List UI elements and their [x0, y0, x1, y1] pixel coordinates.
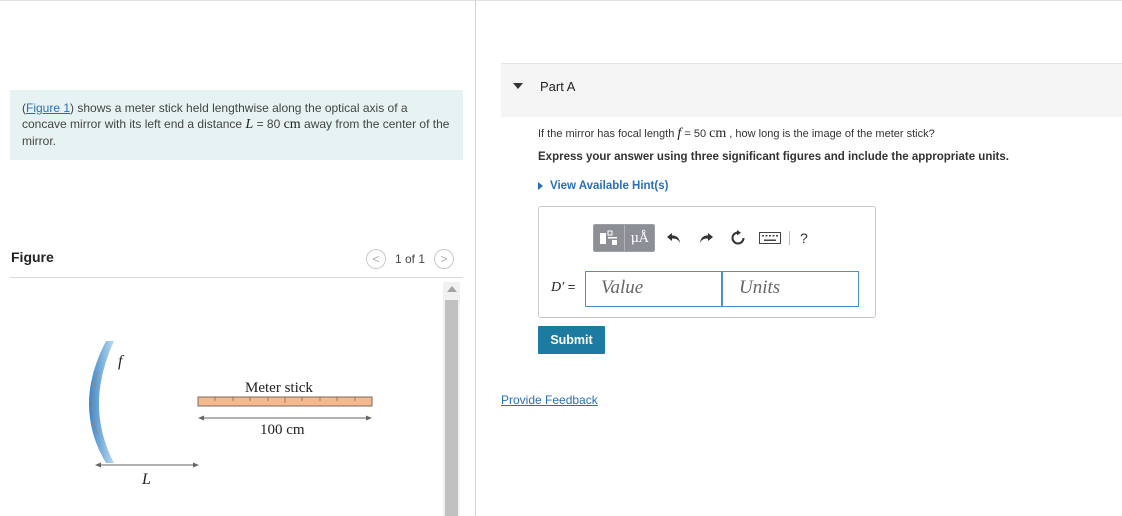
keyboard-button[interactable]: [757, 225, 783, 251]
meter-stick-label: Meter stick: [245, 380, 313, 396]
template-button-group: μÅ: [593, 224, 655, 252]
collapse-caret-icon[interactable]: [513, 83, 523, 89]
figure-link[interactable]: Figure 1: [26, 101, 70, 115]
left-pane: (Figure 1) shows a meter stick held leng…: [0, 0, 476, 516]
templates-icon: [600, 230, 617, 245]
question-pre: If the mirror has focal length: [538, 128, 678, 140]
next-figure-button[interactable]: >: [434, 249, 455, 269]
mirror-diagram: f Meter stick 100 cm L: [89, 341, 373, 488]
view-hints-link[interactable]: View Available Hint(s): [538, 180, 668, 192]
figure-title: Figure: [11, 249, 54, 265]
answer-box: μÅ ? D′ = Value Units: [538, 206, 876, 318]
math-toolbar: μÅ ?: [593, 224, 808, 252]
question-unit: cm: [709, 126, 727, 141]
undo-button[interactable]: [661, 225, 687, 251]
units-input[interactable]: Units: [722, 271, 859, 307]
answer-var: D′: [551, 280, 565, 295]
focal-label: f: [118, 353, 125, 370]
hint-caret-icon: [538, 182, 543, 190]
help-button[interactable]: ?: [800, 230, 808, 246]
reset-icon: [731, 230, 745, 245]
hint-label: View Available Hint(s): [550, 180, 669, 192]
keyboard-icon: [759, 232, 781, 244]
submit-button[interactable]: Submit: [538, 326, 605, 354]
figure-pager: < 1 of 1 >: [366, 249, 455, 269]
figure-canvas: f Meter stick 100 cm L: [10, 280, 442, 516]
redo-button[interactable]: [693, 225, 719, 251]
toolbar-separator: [789, 231, 790, 245]
distance-arrow-left-head: [95, 462, 101, 468]
intro-text: (Figure 1) shows a meter stick held leng…: [10, 90, 463, 160]
length-arrow-left-head: [198, 415, 204, 421]
intro-unit: cm: [283, 117, 301, 132]
figure-scrollbar[interactable]: [443, 282, 460, 516]
answer-instruction: Express your answer using three signific…: [538, 151, 1009, 163]
figure-divider: [10, 277, 463, 278]
scroll-thumb[interactable]: [445, 300, 458, 516]
redo-icon: [700, 233, 713, 243]
distance-label: L: [141, 471, 151, 488]
answer-label: D′ =: [551, 279, 575, 296]
provide-feedback-link[interactable]: Provide Feedback: [501, 393, 598, 407]
pager-count: 1 of 1: [395, 252, 426, 266]
distance-arrow-right-head: [193, 462, 199, 468]
prev-figure-button[interactable]: <: [366, 249, 386, 269]
scroll-up-arrow-icon[interactable]: [447, 286, 457, 292]
mu-angstrom-icon: μÅ: [630, 230, 649, 246]
length-label: 100 cm: [260, 422, 305, 438]
answer-eq: =: [564, 279, 576, 294]
value-input[interactable]: Value: [585, 271, 722, 307]
undo-icon: [667, 233, 680, 243]
length-arrow-right-head: [366, 415, 372, 421]
question-eq: = 50: [681, 128, 710, 140]
question-text: If the mirror has focal length f = 50 cm…: [538, 126, 935, 142]
part-title: Part A: [540, 79, 576, 94]
units-symbol-button[interactable]: μÅ: [624, 225, 654, 251]
intro-eq: = 80: [253, 117, 284, 131]
question-post: , how long is the image of the meter sti…: [726, 128, 935, 140]
templates-button[interactable]: [594, 225, 624, 251]
part-a-header[interactable]: Part A: [501, 63, 1122, 117]
reset-button[interactable]: [725, 225, 751, 251]
